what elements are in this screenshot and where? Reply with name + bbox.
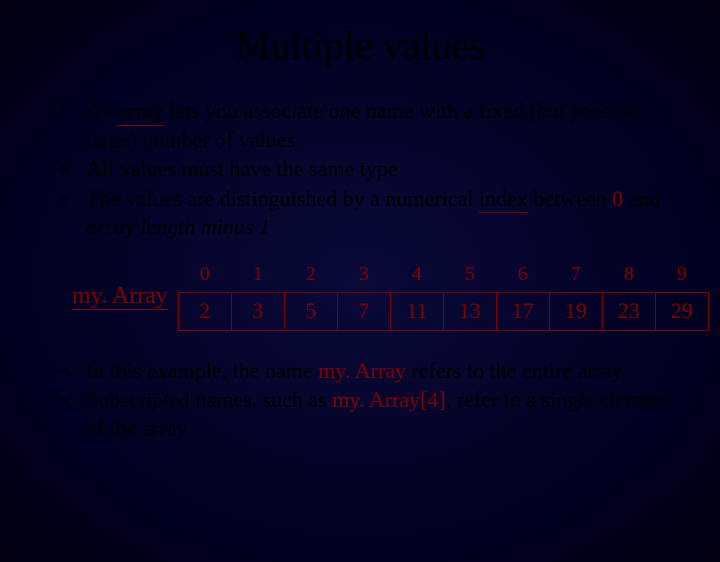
slide-title: Multiple values: [0, 22, 720, 69]
array-cell: 3: [231, 292, 284, 330]
bullet-text: between: [528, 186, 612, 211]
bullet-text: lets you associate one name with a fixed…: [86, 98, 644, 152]
array-index-row: 0 1 2 3 4 5 6 7 8 9: [178, 263, 708, 293]
array-cell: 2: [178, 292, 231, 330]
array-cell: 23: [602, 292, 655, 330]
code-literal: my. Array[4]: [332, 387, 445, 412]
array-index: 2: [284, 263, 337, 293]
array-cell: 19: [549, 292, 602, 330]
code-literal: my. Array: [318, 358, 406, 383]
bullet-underline: index: [479, 185, 528, 214]
code-literal: 0: [612, 186, 623, 211]
bullet-text: Subscripted names, such as: [86, 387, 332, 412]
array-index: 3: [337, 263, 390, 293]
array-value-row: 2 3 5 7 11 13 17 19 23 29: [178, 292, 708, 330]
top-bullets: An array lets you associate one name wit…: [58, 97, 680, 241]
array-index: 1: [231, 263, 284, 293]
bullet-text: In this example, the name: [86, 358, 318, 383]
bullet-item: In this example, the name my. Array refe…: [58, 357, 680, 385]
array-diagram: my. Array 0 1 2 3 4 5 6 7 8 9 2 3 5 7 11…: [0, 263, 720, 331]
array-cell: 11: [390, 292, 443, 330]
bullet-text: refers to the entire array: [406, 358, 623, 383]
array-cell: 13: [443, 292, 496, 330]
bullet-item: Subscripted names, such as my. Array[4],…: [58, 386, 680, 441]
array-table: 0 1 2 3 4 5 6 7 8 9 2 3 5 7 11 13 17 19 …: [178, 263, 709, 331]
array-index: 9: [655, 263, 708, 293]
array-index: 6: [496, 263, 549, 293]
array-cell: 29: [655, 292, 708, 330]
array-cell: 7: [337, 292, 390, 330]
array-index: 8: [602, 263, 655, 293]
array-index: 5: [443, 263, 496, 293]
bullet-text: The values are distinguished by a numeri…: [86, 186, 479, 211]
array-cell: 17: [496, 292, 549, 330]
bullet-italic: array length minus 1: [86, 214, 270, 239]
bullet-item: The values are distinguished by a numeri…: [58, 185, 680, 241]
bullet-item: An array lets you associate one name wit…: [58, 97, 680, 153]
array-index: 4: [390, 263, 443, 293]
bullet-text: and: [623, 186, 660, 211]
array-label: my. Array: [72, 283, 168, 310]
bottom-bullets: In this example, the name my. Array refe…: [58, 357, 680, 442]
array-index: 7: [549, 263, 602, 293]
array-cell: 5: [284, 292, 337, 330]
bullet-text: All values must have the same type: [86, 156, 398, 181]
bullet-underline: array: [118, 97, 163, 126]
array-index: 0: [178, 263, 231, 293]
bullet-text: An: [86, 98, 118, 123]
bullet-item: All values must have the same type: [58, 155, 680, 183]
